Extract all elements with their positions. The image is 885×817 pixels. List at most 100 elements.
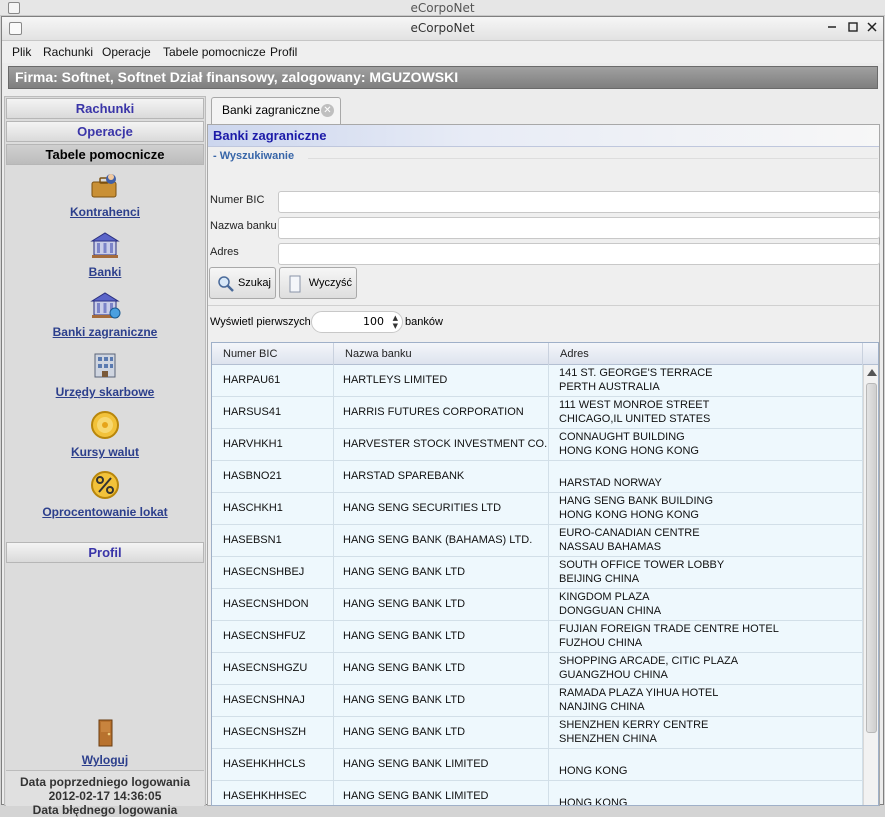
sidebar-item-banki-zagraniczne[interactable]: Banki zagraniczne [5, 289, 205, 339]
address-input[interactable] [278, 243, 880, 265]
close-icon[interactable] [864, 21, 880, 37]
scroll-thumb[interactable] [866, 383, 877, 733]
cell-bic: HASECNSHFUZ [212, 621, 334, 653]
table-row[interactable]: HASECNSHFUZ HANG SENG BANK LTD FUJIAN FORE… [212, 621, 863, 653]
sidebar-item-banki[interactable]: Banki [5, 229, 205, 279]
bank-name-input[interactable] [278, 217, 880, 239]
menu-bar: Plik Rachunki Operacje Tabele pomocnicze… [2, 41, 883, 63]
foreign-bank-icon [89, 289, 121, 321]
address-line-1: KINGDOM PLAZA [559, 591, 650, 603]
address-line-2: HONG KONG HONG KONG [559, 509, 699, 521]
cell-bank-name: HANG SENG BANK (BAHAMAS) LTD. [334, 525, 549, 557]
address-line-1: EURO-CANADIAN CENTRE [559, 527, 700, 539]
app-window: eCorpoNet Plik Rachunki Operacje Tabele … [1, 16, 884, 817]
sidebar-item-urzedy-skarbowe[interactable]: Urzędy skarbowe [5, 349, 205, 399]
address-line-2: HONG KONG [559, 765, 628, 777]
search-section-toggle[interactable]: - Wyszukiwanie [213, 150, 294, 162]
table-row[interactable]: HASECNSHNAJ HANG SENG BANK LTD RAMADA PLAZ… [212, 685, 863, 717]
page-title: Banki zagraniczne [208, 125, 879, 147]
cell-bic: HASECNSHDON [212, 589, 334, 621]
menu-profil[interactable]: Profil [270, 45, 297, 59]
background-window-title: eCorpoNet [410, 1, 475, 15]
last-login-label: Data poprzedniego logowania [19, 775, 190, 789]
column-header-name[interactable]: Nazwa banku [334, 343, 549, 365]
cell-address: 111 WEST MONROE STREET CHICAGO,IL UNITED … [549, 397, 863, 429]
scroll-up-icon[interactable] [867, 369, 877, 376]
background-window-titlebar: eCorpoNet [0, 0, 885, 16]
table-row[interactable]: HARVHKH1 HARVESTER STOCK INVESTMENT CO. CO… [212, 429, 863, 461]
menu-rachunki[interactable]: Rachunki [43, 45, 93, 59]
address-line-2: BEIJING CHINA [559, 573, 640, 585]
cell-bic: HARVHKH1 [212, 429, 334, 461]
last-login-date: 2012-02-17 14:36:05 [48, 789, 162, 803]
table-row[interactable]: HARSUS41 HARRIS FUTURES CORPORATION 111 WE… [212, 397, 863, 429]
clear-button-label: Wyczyść [308, 277, 352, 289]
sidebar-item-kontrahenci[interactable]: Kontrahenci [5, 169, 205, 219]
minimize-icon[interactable] [824, 21, 840, 37]
show-count-spinner[interactable]: 100 ▲ ▼ [311, 311, 403, 333]
cell-address: HANG SENG BANK BUILDING HONG KONG HONG KO… [549, 493, 863, 525]
column-header-bic[interactable]: Numer BIC [212, 343, 334, 365]
show-count-value: 100 [363, 315, 384, 328]
bic-input[interactable] [278, 191, 880, 213]
table-header: Numer BIC Nazwa banku Adres [212, 343, 878, 365]
cell-bic: HASECNSHGZU [212, 653, 334, 685]
cell-address: KINGDOM PLAZA DONGGUAN CHINA [549, 589, 863, 621]
main-panel: Banki zagraniczne - Wyszukiwanie Numer B… [207, 124, 880, 806]
address-line-2: CHICAGO,IL UNITED STATES [559, 413, 711, 425]
tab-close-icon[interactable]: ✕ [321, 104, 334, 117]
sidebar-section-tabele-pomocnicze[interactable]: Tabele pomocnicze [6, 144, 204, 165]
sidebar-item-label: Banki zagraniczne [52, 325, 158, 339]
cell-address: HONG KONG [549, 749, 863, 781]
cell-bank-name: HARRIS FUTURES CORPORATION [334, 397, 549, 429]
banks-table: Numer BIC Nazwa banku Adres HARPAU61 HART… [211, 342, 879, 806]
tab-banki-zagraniczne[interactable]: Banki zagraniczne ✕ [211, 97, 341, 124]
login-info: Data poprzedniego logowania 2012-02-17 1… [6, 770, 204, 817]
sidebar-item-oprocentowanie-lokat[interactable]: Oprocentowanie lokat [5, 469, 205, 519]
logout-button[interactable]: Wyloguj [5, 717, 205, 767]
table-row[interactable]: HARPAU61 HARTLEYS LIMITED 141 ST. GEORGE'S… [212, 365, 863, 397]
address-line-1: HANG SENG BANK BUILDING [559, 495, 714, 507]
search-button-label: Szukaj [237, 277, 271, 289]
window-title: eCorpoNet [410, 21, 475, 35]
address-line-2: PERTH AUSTRALIA [559, 381, 660, 393]
spinner-arrows-icon[interactable]: ▲ ▼ [393, 314, 398, 330]
maximize-icon[interactable] [845, 21, 861, 37]
cell-address: SOUTH OFFICE TOWER LOBBY BEIJING CHINA [549, 557, 863, 589]
show-unit-label: banków [405, 316, 443, 328]
menu-plik[interactable]: Plik [12, 45, 31, 59]
column-header-address[interactable]: Adres [549, 343, 863, 365]
currency-icon [89, 409, 121, 441]
address-line-1: 141 ST. GEORGE'S TERRACE [559, 367, 713, 379]
table-row[interactable]: HASECNSHGZU HANG SENG BANK LTD SHOPPING AR… [212, 653, 863, 685]
table-row[interactable]: HASEHKHHSEC HANG SENG BANK LIMITED HONG KO… [212, 781, 863, 805]
table-row[interactable]: HASEBSN1 HANG SENG BANK (BAHAMAS) LTD. EUR… [212, 525, 863, 557]
cell-address: EURO-CANADIAN CENTRE NASSAU BAHAMAS [549, 525, 863, 557]
table-row[interactable]: HASEHKHHCLS HANG SENG BANK LIMITED HONG KO… [212, 749, 863, 781]
vertical-scrollbar[interactable] [863, 365, 878, 805]
divider [208, 305, 879, 306]
sidebar-section-operacje[interactable]: Operacje [6, 121, 204, 142]
cell-address: SHENZHEN KERRY CENTRE SHENZHEN CHINA [549, 717, 863, 749]
table-row[interactable]: HASCHKH1 HANG SENG SECURITIES LTD HANG SEN… [212, 493, 863, 525]
table-row[interactable]: HASBNO21 HARSTAD SPAREBANK HARSTAD NORWAY [212, 461, 863, 493]
sidebar-section-profil[interactable]: Profil [6, 542, 204, 563]
cell-address: FUJIAN FOREIGN TRADE CENTRE HOTEL FUZHOU … [549, 621, 863, 653]
sidebar-section-rachunki[interactable]: Rachunki [6, 98, 204, 119]
table-row[interactable]: HASECNSHSZH HANG SENG BANK LTD SHENZHEN KE… [212, 717, 863, 749]
menu-operacje[interactable]: Operacje [102, 45, 151, 59]
contractors-icon [89, 169, 121, 201]
cell-bic: HASEBSN1 [212, 525, 334, 557]
clear-button[interactable]: Wyczyść [279, 267, 357, 299]
menu-tabele-pomocnicze[interactable]: Tabele pomocnicze [163, 45, 266, 59]
cell-address: RAMADA PLAZA YIHUA HOTEL NANJING CHINA [549, 685, 863, 717]
search-button[interactable]: Szukaj [209, 267, 276, 299]
company-user-bar: Firma: Softnet, Softnet Dział finansowy,… [8, 66, 878, 89]
cell-bank-name: HANG SENG BANK LIMITED [334, 749, 549, 781]
table-row[interactable]: HASECNSHBEJ HANG SENG BANK LTD SOUTH OFFIC… [212, 557, 863, 589]
sidebar-item-label: Oprocentowanie lokat [42, 505, 168, 519]
cell-address: HONG KONG [549, 781, 863, 805]
sidebar-item-kursy-walut[interactable]: Kursy walut [5, 409, 205, 459]
cell-bank-name: HANG SENG BANK LIMITED [334, 781, 549, 805]
table-row[interactable]: HASECNSHDON HANG SENG BANK LTD KINGDOM PLA… [212, 589, 863, 621]
